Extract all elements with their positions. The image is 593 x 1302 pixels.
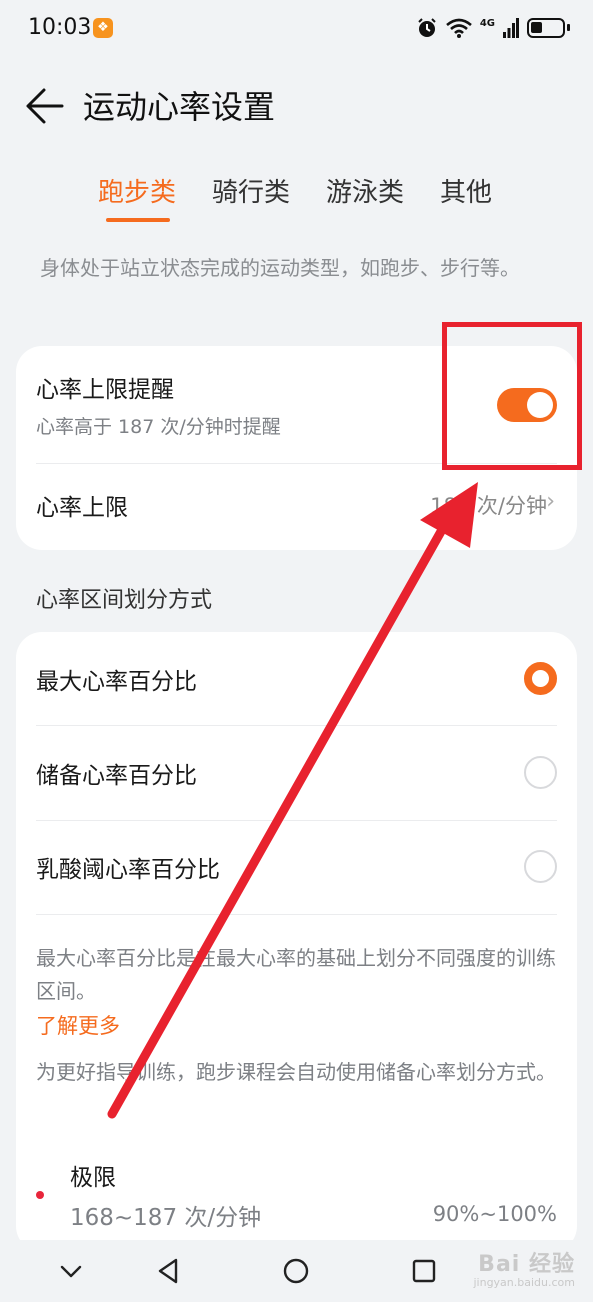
upper-limit-value[interactable]: 187 次/分钟	[430, 490, 547, 520]
watermark-main: Bai 经验	[478, 1252, 575, 1277]
wifi-icon	[445, 18, 472, 38]
network-type: 4G	[479, 17, 495, 29]
tab-swimming[interactable]: 游泳类	[326, 172, 404, 209]
option-lactate-threshold-percent[interactable]: 乳酸阈心率百分比	[36, 850, 220, 884]
radio-reserve-hr-percent[interactable]	[524, 756, 557, 789]
zone-color-dot	[36, 1191, 44, 1199]
baidu-watermark: Bai 经验 jingyan.baidu.com	[473, 1246, 575, 1289]
option-reserve-hr-percent[interactable]: 储备心率百分比	[36, 756, 197, 790]
app-notification-icon: ❖	[93, 18, 113, 38]
watermark-sub: jingyan.baidu.com	[473, 1276, 575, 1289]
annotation-highlight-box	[442, 322, 582, 470]
zone-method-header: 心率区间划分方式	[36, 588, 213, 613]
recents-icon[interactable]	[409, 1256, 439, 1286]
collapse-icon[interactable]	[56, 1256, 86, 1286]
sport-type-description: 身体处于站立状态完成的运动类型，如跑步、步行等。	[40, 256, 520, 280]
divider	[36, 725, 557, 726]
upper-alert-subtitle: 心率高于 187 次/分钟时提醒	[36, 416, 281, 438]
zone-method-card: 最大心率百分比 储备心率百分比 乳酸阈心率百分比 最大心率百分比是在最大心率的基…	[16, 632, 577, 1252]
zone-method-explanation: 最大心率百分比是在最大心率的基础上划分不同强度的训练区间。	[36, 946, 556, 1003]
tab-other[interactable]: 其他	[440, 172, 492, 209]
active-tab-indicator	[106, 218, 170, 222]
option-max-hr-percent[interactable]: 最大心率百分比	[36, 662, 197, 696]
status-time: 10:03	[28, 15, 92, 40]
chevron-right-icon: ›	[546, 489, 555, 514]
status-icons: 4G	[416, 14, 570, 42]
zone-percent: 90%~100%	[432, 1202, 557, 1226]
upper-alert-title: 心率上限提醒	[36, 377, 174, 403]
zone-name: 极限	[70, 1165, 116, 1191]
radio-max-hr-percent[interactable]	[524, 662, 557, 695]
signal-icon	[503, 18, 519, 38]
back-arrow-icon[interactable]	[24, 86, 64, 126]
upper-limit-title[interactable]: 心率上限	[36, 488, 128, 522]
radio-lactate-threshold-percent[interactable]	[524, 850, 557, 883]
zone-method-note: 为更好指导训练，跑步课程会自动使用储备心率划分方式。	[36, 1060, 556, 1084]
zone-range: 168~187 次/分钟	[70, 1205, 262, 1231]
status-bar: 10:03 ❖ 4G	[0, 0, 593, 58]
home-icon[interactable]	[281, 1256, 311, 1286]
divider	[36, 820, 557, 821]
tab-running[interactable]: 跑步类	[98, 172, 176, 209]
learn-more-link[interactable]: 了解更多	[36, 1010, 120, 1040]
tab-cycling[interactable]: 骑行类	[212, 172, 290, 209]
alarm-icon	[418, 18, 436, 37]
page-title: 运动心率设置	[83, 88, 276, 126]
battery-icon	[527, 18, 570, 38]
divider	[36, 914, 557, 915]
sport-type-tabs: 跑步类 骑行类 游泳类 其他	[0, 172, 593, 224]
back-nav-icon[interactable]	[154, 1256, 184, 1286]
